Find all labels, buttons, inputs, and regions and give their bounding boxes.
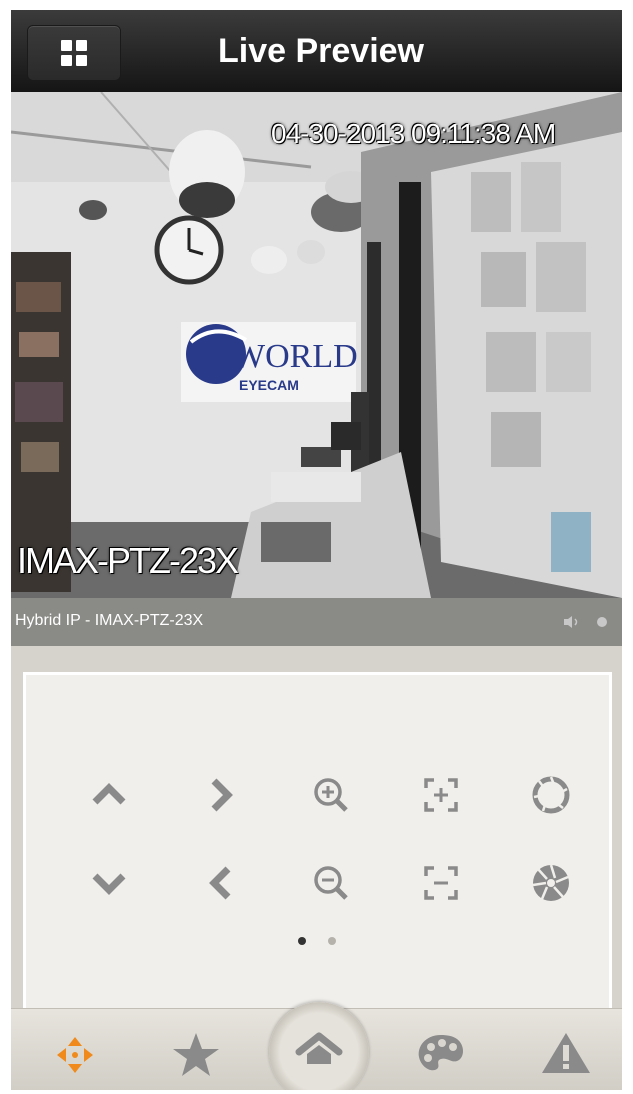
svg-text:EYECAM: EYECAM bbox=[239, 377, 299, 393]
channel-label: Hybrid IP - IMAX-PTZ-23X bbox=[15, 612, 204, 629]
focus-near-icon bbox=[424, 778, 458, 812]
audio-icon bbox=[564, 616, 578, 628]
focus-far-button[interactable] bbox=[411, 853, 471, 913]
header-bar: Live Preview bbox=[11, 10, 622, 92]
camera-scene: WORLD EYECAM bbox=[11, 92, 622, 598]
status-icons bbox=[564, 616, 607, 628]
tab-palette[interactable] bbox=[411, 1023, 471, 1083]
zoom-out-button[interactable] bbox=[301, 853, 361, 913]
zoom-in-icon bbox=[314, 778, 348, 812]
home-icon bbox=[295, 1032, 343, 1064]
iris-close-button[interactable] bbox=[521, 853, 581, 913]
ptz-control-panel bbox=[23, 672, 612, 1012]
svg-text:WORLD: WORLD bbox=[233, 338, 358, 375]
tilt-down-icon bbox=[92, 873, 126, 895]
pan-left-icon bbox=[209, 866, 231, 900]
camera-name-overlay: IMAX-PTZ-23X bbox=[17, 540, 239, 581]
record-indicator-icon bbox=[597, 617, 607, 627]
page-dot-active[interactable] bbox=[298, 937, 306, 945]
iris-open-button[interactable] bbox=[521, 765, 581, 825]
page-title: Live Preview bbox=[217, 32, 424, 70]
app: Live Preview WORLD EYECAM 04-30-2013 09:… bbox=[11, 10, 622, 1090]
page-dot-inactive[interactable] bbox=[328, 937, 336, 945]
alert-icon bbox=[542, 1033, 590, 1073]
video-timestamp: 04-30-2013 09:11:38 AM bbox=[271, 118, 556, 149]
pan-left-button[interactable] bbox=[191, 853, 251, 913]
iris-close-icon bbox=[532, 864, 569, 901]
menu-button[interactable] bbox=[27, 25, 121, 81]
tab-ptz[interactable] bbox=[45, 1023, 105, 1083]
ptz-icon bbox=[57, 1037, 93, 1073]
zoom-out-icon bbox=[314, 866, 348, 900]
tilt-down-button[interactable] bbox=[79, 853, 139, 913]
iris-open-icon bbox=[532, 776, 570, 814]
favorites-star-icon bbox=[173, 1033, 219, 1076]
channel-status-bar: Hybrid IP - IMAX-PTZ-23X bbox=[11, 598, 622, 646]
focus-far-icon bbox=[424, 866, 458, 900]
focus-near-button[interactable] bbox=[411, 765, 471, 825]
grid-icon bbox=[61, 40, 87, 66]
tab-alerts[interactable] bbox=[536, 1023, 596, 1083]
video-feed[interactable]: WORLD EYECAM 04-30-2013 09:11:38 AM IMAX… bbox=[11, 92, 622, 598]
tilt-up-icon bbox=[92, 783, 126, 805]
pan-right-button[interactable] bbox=[191, 765, 251, 825]
palette-icon bbox=[418, 1035, 463, 1071]
pan-right-icon bbox=[211, 778, 233, 812]
tilt-up-button[interactable] bbox=[79, 765, 139, 825]
tab-favorites[interactable] bbox=[166, 1023, 226, 1083]
zoom-in-button[interactable] bbox=[301, 765, 361, 825]
